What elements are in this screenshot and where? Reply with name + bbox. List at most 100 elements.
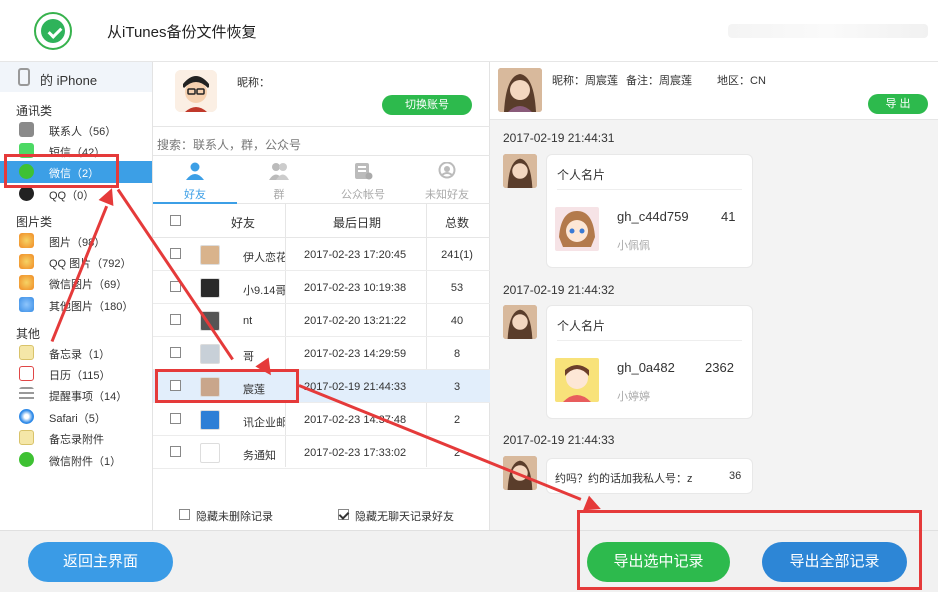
search-input[interactable]: 搜索：联系人，群，公众号 bbox=[153, 126, 490, 156]
message-total: 3 bbox=[453, 381, 461, 393]
account-avatar bbox=[175, 70, 217, 112]
last-date: 2017-02-23 17:20:45 bbox=[304, 249, 407, 261]
row-checkbox[interactable] bbox=[170, 446, 181, 457]
sidebar-item-contacts[interactable]: 联系人（56） bbox=[0, 119, 152, 141]
contact-card-message[interactable]: 个人名片 gh_0a482 2362 小婷婷 bbox=[546, 305, 753, 419]
card-title: 个人名片 bbox=[557, 168, 606, 182]
row-checkbox[interactable] bbox=[170, 314, 181, 325]
message-time: 2017-02-19 21:44:31 bbox=[503, 131, 615, 145]
message-time: 2017-02-19 21:44:32 bbox=[503, 283, 615, 297]
sidebar-item-notes[interactable]: 备忘录（1） bbox=[0, 342, 152, 364]
tab-official-accounts[interactable]: 公众帐号 bbox=[321, 156, 405, 204]
window-controls-blurred bbox=[728, 24, 928, 38]
friend-name: nt bbox=[243, 315, 253, 327]
export-chat-button[interactable]: 导 出 bbox=[868, 94, 928, 114]
message-avatar bbox=[503, 305, 537, 339]
friend-icon bbox=[186, 162, 204, 180]
back-to-main-button[interactable]: 返回主界面 bbox=[28, 542, 173, 582]
contact-panel: 昵称： 切换账号 搜索：联系人，群，公众号 好友 群 公众帐号 未知好友 好友 … bbox=[153, 62, 490, 530]
row-checkbox[interactable] bbox=[170, 413, 181, 424]
group-title-other: 其他 bbox=[16, 327, 41, 341]
other-photos-icon bbox=[19, 297, 34, 312]
hide-deleted-checkbox[interactable] bbox=[179, 509, 190, 520]
sidebar-item-label: QQ（0） bbox=[49, 190, 95, 202]
device-header[interactable]: 的 iPhone bbox=[0, 62, 152, 92]
card-name-suffix: 2362 bbox=[705, 360, 734, 375]
friend-avatar bbox=[200, 278, 220, 298]
wechat-photos-icon bbox=[19, 275, 34, 290]
tab-label: 未知好友 bbox=[425, 189, 469, 201]
tab-unknown-friends[interactable]: 未知好友 bbox=[405, 156, 489, 204]
reminders-icon bbox=[19, 387, 34, 402]
message-avatar bbox=[503, 154, 537, 188]
card-name: gh_0a482 bbox=[617, 360, 675, 375]
sidebar-item-notes-attachment[interactable]: 备忘录附件 bbox=[0, 427, 152, 449]
group-icon bbox=[269, 163, 289, 180]
message-total: 8 bbox=[453, 348, 461, 360]
safari-icon bbox=[19, 409, 34, 424]
sidebar-item-calendar[interactable]: 日历（115） bbox=[0, 363, 152, 385]
switch-account-button[interactable]: 切换账号 bbox=[382, 95, 472, 115]
last-date: 2017-02-20 13:21:22 bbox=[304, 315, 407, 327]
sidebar-item-qq-photos[interactable]: QQ 图片（792） bbox=[0, 251, 152, 273]
window-title: 从iTunes备份文件恢复 bbox=[107, 24, 257, 41]
message-total: 2 bbox=[453, 414, 461, 426]
card-subtitle: 小佩佩 bbox=[617, 240, 650, 252]
contact-nickname: 昵称：周宸莲 bbox=[552, 75, 618, 87]
card-name: gh_c44d759 bbox=[617, 209, 689, 224]
tab-friends[interactable]: 好友 bbox=[153, 156, 237, 204]
friend-avatar bbox=[200, 410, 220, 430]
row-checkbox[interactable] bbox=[170, 248, 181, 259]
row-checkbox[interactable] bbox=[170, 347, 181, 358]
contact-avatar bbox=[498, 68, 542, 112]
device-name: 的 iPhone bbox=[40, 73, 98, 88]
table-row[interactable]: nt 2017-02-20 13:21:22 40 bbox=[153, 304, 490, 337]
contact-remark: 备注：周宸莲 bbox=[626, 75, 692, 87]
sidebar-item-label: 备忘录附件 bbox=[49, 434, 104, 446]
header-total: 总数 bbox=[445, 216, 470, 230]
hide-deleted-label: 隐藏未删除记录 bbox=[196, 511, 273, 523]
message-time: 2017-02-19 21:44:33 bbox=[503, 433, 615, 447]
sidebar-item-label: 提醒事项（14） bbox=[49, 391, 128, 403]
annotation-box-wechat bbox=[4, 154, 119, 188]
sidebar-item-label: 微信附件（1） bbox=[49, 456, 122, 468]
sidebar-item-label: 联系人（56） bbox=[49, 126, 117, 138]
calendar-icon bbox=[19, 366, 34, 381]
card-avatar bbox=[555, 207, 599, 251]
annotation-box-selected-row bbox=[155, 369, 299, 403]
unknown-friend-icon bbox=[438, 162, 456, 179]
table-row[interactable]: 小9.14哥 2017-02-23 10:19:38 53 bbox=[153, 271, 490, 304]
tab-label: 群 bbox=[273, 189, 285, 201]
app-window: 从iTunes备份文件恢复 的 iPhone 通讯类 联系人（56） 短信（42… bbox=[0, 0, 938, 592]
hide-no-chat-checkbox[interactable] bbox=[338, 509, 349, 520]
contact-card-message[interactable]: 个人名片 gh_c44d759 41 小佩佩 bbox=[546, 154, 753, 268]
message-text-suffix: 36 bbox=[729, 470, 742, 482]
message-total: 241(1) bbox=[441, 249, 473, 261]
group-title-communication: 通讯类 bbox=[16, 104, 53, 118]
sidebar-item-label: QQ 图片（792） bbox=[49, 258, 132, 270]
card-title: 个人名片 bbox=[557, 319, 606, 333]
sidebar-item-other-photos[interactable]: 其他图片（180） bbox=[0, 294, 152, 316]
sidebar-item-photos[interactable]: 图片（98） bbox=[0, 230, 152, 252]
sidebar-item-wechat-attachment[interactable]: 微信附件（1） bbox=[0, 449, 152, 471]
card-name-suffix: 41 bbox=[721, 209, 736, 224]
table-row[interactable]: 伊人恋花 2017-02-23 17:20:45 241(1) bbox=[153, 238, 490, 271]
sidebar-item-label: 备忘录（1） bbox=[49, 349, 111, 361]
sidebar-item-reminders[interactable]: 提醒事项（14） bbox=[0, 384, 152, 406]
tab-groups[interactable]: 群 bbox=[237, 156, 321, 204]
contact-region: 地区：CN bbox=[717, 75, 766, 87]
friend-avatar bbox=[200, 443, 220, 463]
annotation-box-export-buttons bbox=[577, 510, 922, 590]
qq-photos-icon bbox=[19, 254, 34, 269]
select-all-checkbox[interactable] bbox=[170, 215, 181, 226]
group-title-pictures: 图片类 bbox=[16, 215, 53, 229]
qq-icon bbox=[19, 186, 34, 201]
phone-icon bbox=[18, 68, 30, 86]
table-row[interactable]: 讯企业邮 2017-02-23 14:37:48 2 bbox=[153, 403, 490, 436]
text-message: 约吗？约的话加我私人号：z 36 bbox=[490, 458, 938, 498]
message-bubble[interactable]: 约吗？约的话加我私人号：z 36 bbox=[546, 458, 753, 494]
table-row[interactable]: 哥 2017-02-23 14:29:59 8 bbox=[153, 337, 490, 370]
contact-tabs: 好友 群 公众帐号 未知好友 bbox=[153, 156, 490, 204]
sidebar-item-safari[interactable]: Safari（5） bbox=[0, 406, 152, 428]
friend-avatar bbox=[200, 245, 220, 265]
